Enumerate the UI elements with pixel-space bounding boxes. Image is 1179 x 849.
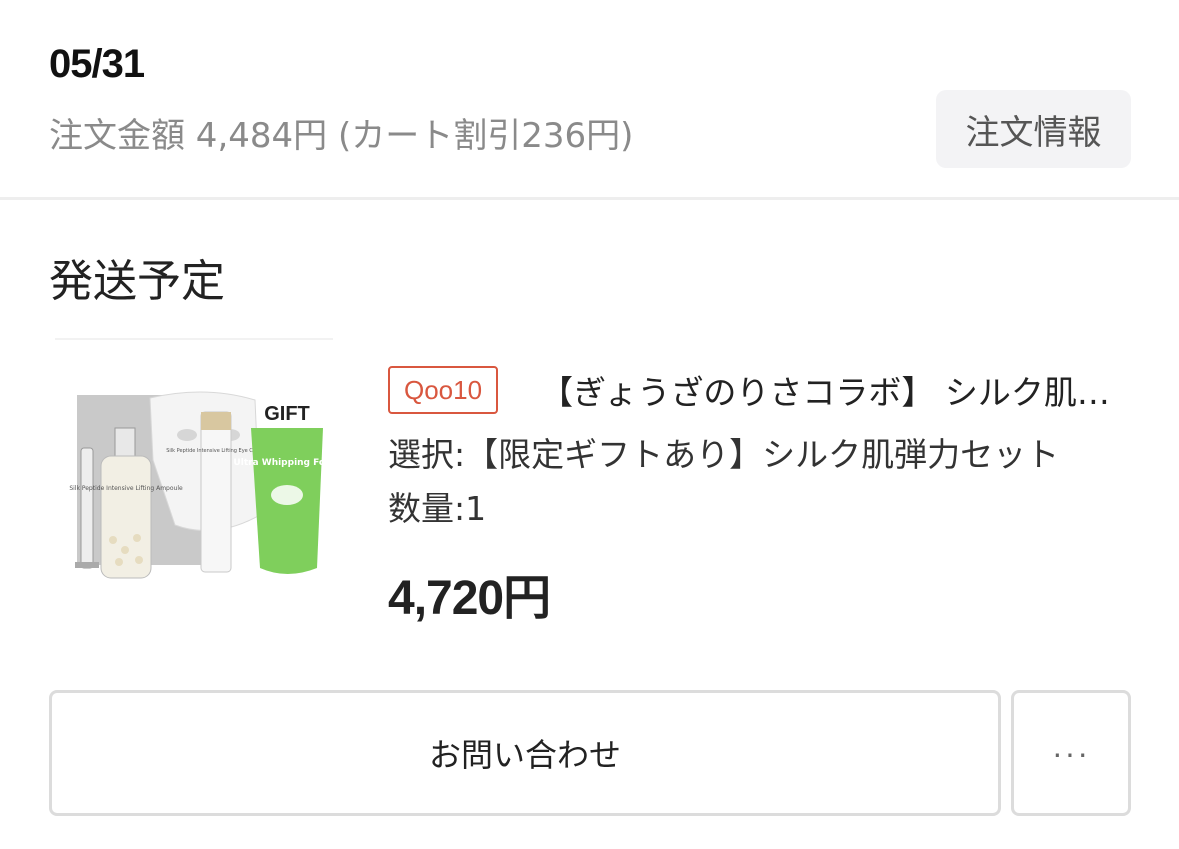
product-title[interactable]: 【ぎょうざのりさコラボ】 シルク肌弾力セット — [540, 366, 1113, 414]
order-amount-summary: 注文金額 4,484円 (カート割引236円) — [49, 116, 634, 156]
more-options-button[interactable]: ··· — [1011, 690, 1131, 816]
inquiry-button[interactable]: お問い合わせ — [49, 690, 1001, 816]
product-details[interactable]: Qoo10 【ぎょうざのりさコラボ】 シルク肌弾力セット 選択:【限定ギフトあり… — [388, 364, 1113, 628]
shop-badge: Qoo10 — [388, 366, 499, 414]
section-divider — [0, 197, 1179, 200]
product-image: Silk Peptide Intensive Lifting Ampoule S… — [69, 391, 333, 579]
product-option: 選択:【限定ギフトあり】シルク肌弾力セット — [388, 435, 1060, 474]
product-thumbnail[interactable]: Silk Peptide Intensive Lifting Ampoule S… — [55, 338, 333, 618]
eye-cream-label: Silk Peptide Intensive Lifting Eye Cream — [166, 448, 266, 454]
ampoule-label: Silk Peptide Intensive Lifting Ampoule — [69, 485, 183, 492]
foam-label: Ultra Whipping Foam — [233, 458, 333, 468]
shipping-status-title: 発送予定 — [49, 256, 225, 307]
product-quantity: 数量:1 — [388, 489, 487, 528]
gift-text: GIFT — [264, 403, 310, 425]
product-price: 4,720円 — [388, 572, 551, 625]
order-date: 05/31 — [49, 42, 145, 86]
order-info-button[interactable]: 注文情報 — [936, 90, 1131, 168]
more-icon: ··· — [1052, 734, 1090, 771]
